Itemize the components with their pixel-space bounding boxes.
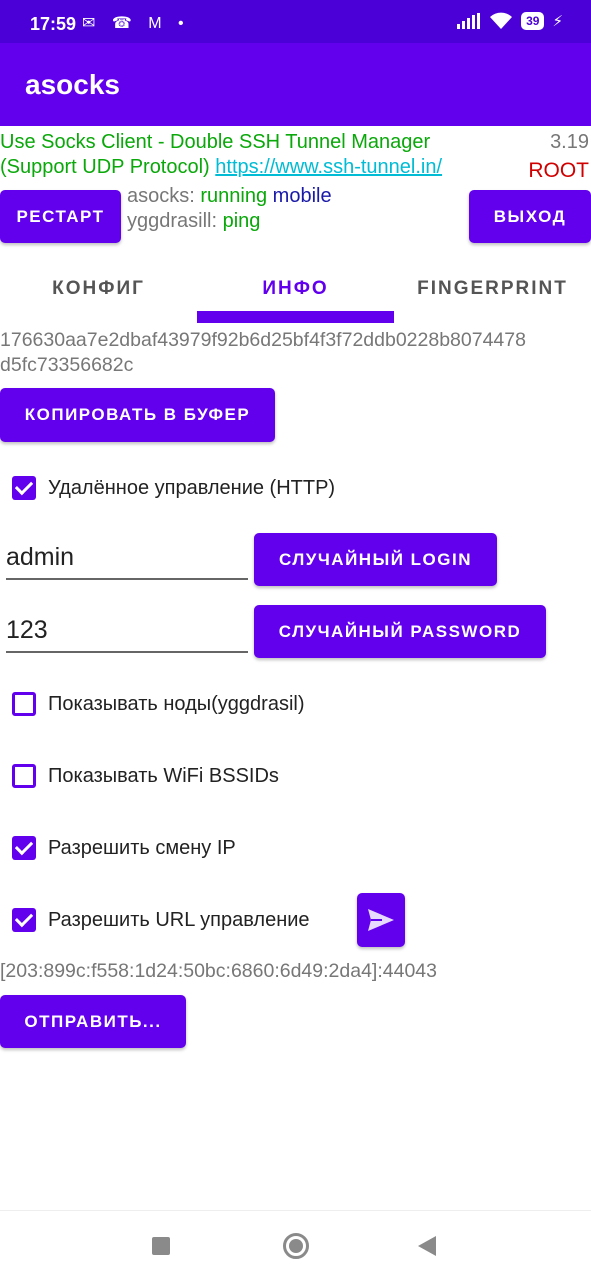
asocks-status: asocks: running mobile (127, 185, 332, 208)
show-bssids-label: Показывать WiFi BSSIDs (48, 765, 279, 787)
status-bar: 17:59 ✉ ☎ M • 39 ⚡ (0, 0, 591, 43)
device-hash: 176630aa7e2dbaf43979f92b6d25bf4f3f72ddb0… (0, 329, 526, 351)
show-nodes-checkbox[interactable] (12, 692, 36, 716)
navigation-bar (0, 1210, 591, 1281)
random-password-button[interactable]: СЛУЧАЙНЫЙ PASSWORD (254, 605, 546, 658)
show-bssids-checkbox[interactable] (12, 764, 36, 788)
login-input[interactable]: admin (6, 543, 248, 580)
random-login-button[interactable]: СЛУЧАЙНЫЙ LOGIN (254, 533, 497, 586)
allow-url-control-checkbox[interactable] (12, 908, 36, 932)
show-nodes-label: Показывать ноды(yggdrasil) (48, 693, 305, 715)
device-hash-line2: d5fc73356682c (0, 354, 134, 376)
tab-config[interactable]: КОНФИГ (0, 278, 197, 300)
tab-info[interactable]: ИНФО (197, 278, 394, 300)
copy-to-clipboard-button[interactable]: КОПИРОВАТЬ В БУФЕР (0, 388, 275, 442)
ygg-key: yggdrasill: (127, 210, 218, 232)
password-input[interactable]: 123 (6, 616, 248, 653)
exit-button[interactable]: ВЫХОД (469, 190, 591, 243)
asocks-network: mobile (272, 185, 332, 207)
restart-button[interactable]: РЕСТАРТ (0, 190, 121, 243)
allow-url-control-label: Разрешить URL управление (48, 909, 310, 931)
ygg-state: ping (222, 210, 261, 232)
allow-ip-change-checkbox[interactable] (12, 836, 36, 860)
app-description: Use Socks Client - Double SSH Tunnel Man… (0, 131, 431, 153)
app-bar: asocks (0, 43, 591, 126)
battery-icon: 39 (521, 12, 545, 30)
status-time: 17:59 (30, 14, 77, 34)
remote-http-checkbox[interactable] (12, 476, 36, 500)
root-badge: ROOT (528, 159, 589, 182)
wifi-icon (490, 12, 513, 29)
app-title: asocks (25, 69, 120, 100)
tab-indicator (197, 311, 394, 323)
ygg-address: [203:899c:f558:1d24:50bc:6860:6d49:2da4]… (0, 960, 437, 982)
remote-http-label: Удалённое управление (HTTP) (48, 477, 336, 499)
tab-fingerprint[interactable]: FINGERPRINT (394, 278, 591, 300)
version-label: 3.19 (550, 131, 589, 153)
charging-icon: ⚡ (552, 13, 563, 30)
signal-icon (457, 13, 481, 29)
recents-icon[interactable] (152, 1237, 170, 1255)
asocks-key: asocks: (127, 185, 195, 207)
back-icon[interactable] (416, 1235, 438, 1257)
website-link[interactable]: https://www.ssh-tunnel.in/ (215, 156, 442, 178)
app-description-line2: (Support UDP Protocol) https://www.ssh-t… (0, 156, 442, 179)
allow-ip-change-label: Разрешить смену IP (48, 837, 236, 859)
asocks-state: running (200, 185, 268, 207)
udp-note: (Support UDP Protocol) (0, 156, 210, 178)
notification-icons: ✉ ☎ M • (82, 15, 190, 32)
send-icon (368, 909, 394, 931)
home-icon[interactable] (283, 1233, 309, 1259)
send-url-button[interactable] (357, 893, 405, 947)
system-icons: 39 ⚡ (457, 12, 563, 30)
yggdrasill-status: yggdrasill: ping (127, 210, 260, 233)
send-button[interactable]: ОТПРАВИТЬ... (0, 995, 186, 1048)
